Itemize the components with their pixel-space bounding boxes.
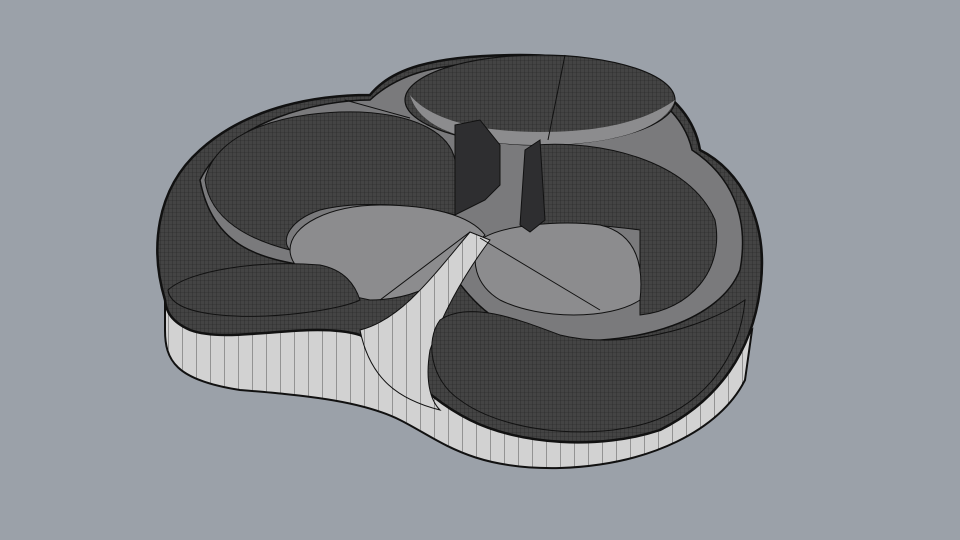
trefoil-model (156, 53, 764, 470)
3d-viewport[interactable] (0, 0, 960, 540)
